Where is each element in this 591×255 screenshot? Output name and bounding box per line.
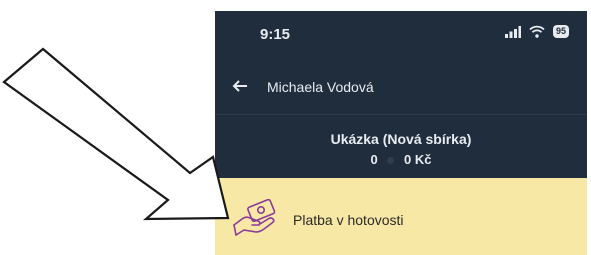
collection-summary: 0 0 Kč xyxy=(215,152,587,167)
separator-dot xyxy=(387,157,395,165)
status-time: 9:15 xyxy=(260,26,291,43)
status-icons: 95 xyxy=(504,25,569,38)
cash-payment-option[interactable]: Platba v hotovosti xyxy=(215,178,587,255)
signal-icon xyxy=(504,25,521,38)
collection-amount: 0 Kč xyxy=(404,152,432,167)
back-arrow-icon[interactable] xyxy=(231,77,249,95)
status-bar: 9:15 95 xyxy=(215,11,587,53)
phone-screen: 9:15 95 Michaela Vodová Ukázka (Nová sbí… xyxy=(215,11,587,255)
collection-title: Ukázka (Nová sbírka) xyxy=(330,131,472,147)
wifi-icon xyxy=(529,25,545,38)
contact-name: Michaela Vodová xyxy=(267,79,374,95)
cash-hand-icon xyxy=(233,199,276,236)
battery-indicator: 95 xyxy=(552,25,569,38)
cash-payment-label: Platba v hotovosti xyxy=(293,212,404,228)
collection-count: 0 xyxy=(370,152,378,167)
app-header: Michaela Vodová xyxy=(215,73,587,103)
header-divider xyxy=(215,114,587,115)
